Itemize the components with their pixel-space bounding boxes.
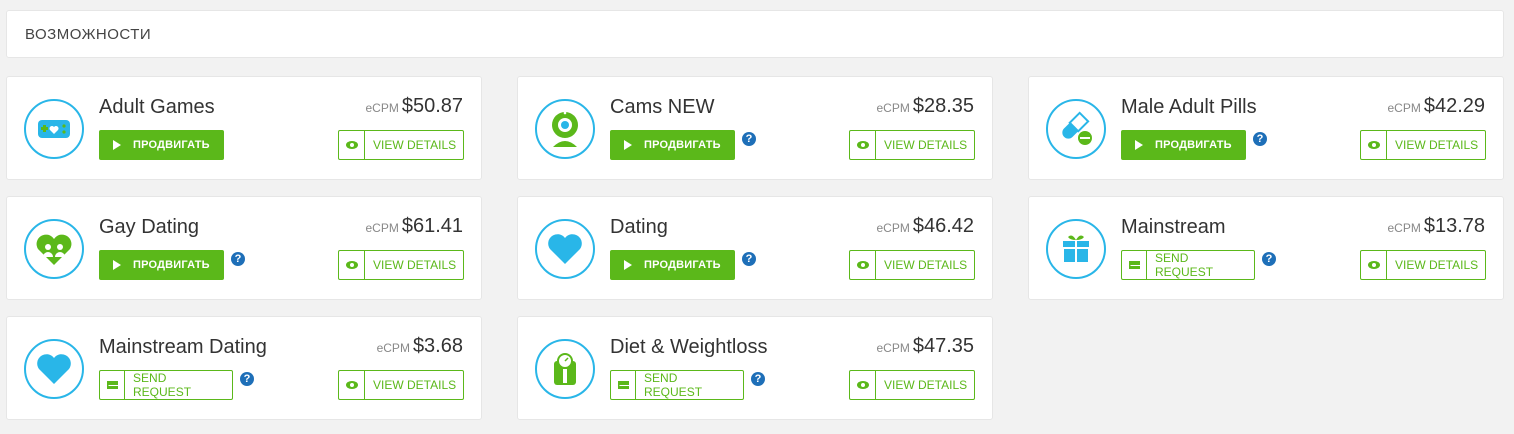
offer-title: Diet & Weightloss <box>610 336 768 358</box>
offer-title: Mainstream Dating <box>99 336 267 358</box>
ecpm-value: $42.29 <box>1423 95 1485 117</box>
offer-ecpm: eCPM $13.78 <box>1387 215 1485 237</box>
offer-title: Mainstream <box>1121 216 1226 238</box>
offer-ecpm: eCPM $42.29 <box>1387 95 1485 117</box>
webcam-icon <box>535 99 595 159</box>
help-icon[interactable]: ? <box>1253 132 1267 146</box>
help-icon[interactable]: ? <box>231 252 245 266</box>
help-icon[interactable]: ? <box>751 372 765 386</box>
promote-button[interactable]: ПРОДВИГАТЬ <box>1121 130 1246 160</box>
offer-card-adult-games: Adult Games eCPM $50.87 ПРОДВИГАТЬ VIEW … <box>6 76 482 180</box>
offer-title: Gay Dating <box>99 216 200 238</box>
view-details-button[interactable]: VIEW DETAILS <box>849 370 975 400</box>
gift-icon <box>1046 219 1106 279</box>
send-request-button[interactable]: SEND REQUEST <box>99 370 233 400</box>
envelope-icon <box>106 381 118 389</box>
promote-button[interactable]: ПРОДВИГАТЬ <box>610 250 735 280</box>
play-icon <box>113 140 121 150</box>
offer-ecpm: eCPM $47.35 <box>876 335 974 357</box>
view-details-button[interactable]: VIEW DETAILS <box>1360 130 1486 160</box>
gamepad-heart-icon <box>24 99 84 159</box>
section-title: ВОЗМОЖНОСТИ <box>25 25 152 43</box>
view-details-button[interactable]: VIEW DETAILS <box>849 130 975 160</box>
eye-icon <box>1367 141 1380 149</box>
ecpm-value: $13.78 <box>1423 215 1485 237</box>
promote-button[interactable]: ПРОДВИГАТЬ <box>610 130 735 160</box>
offer-card-mainstream: Mainstream eCPM $13.78 SEND REQUEST ? VI… <box>1028 196 1504 300</box>
eye-icon <box>856 261 869 269</box>
play-icon <box>1135 140 1143 150</box>
ecpm-value: $47.35 <box>912 335 974 357</box>
help-icon[interactable]: ? <box>742 132 756 146</box>
offer-title: Dating <box>610 216 668 238</box>
view-details-button[interactable]: VIEW DETAILS <box>338 370 464 400</box>
view-details-button[interactable]: VIEW DETAILS <box>849 250 975 280</box>
ecpm-value: $61.41 <box>401 215 463 237</box>
offer-title: Adult Games <box>99 96 215 118</box>
help-icon[interactable]: ? <box>1262 252 1276 266</box>
offer-card-diet-weightloss: Diet & Weightloss eCPM $47.35 SEND REQUE… <box>517 316 993 420</box>
help-icon[interactable]: ? <box>742 252 756 266</box>
eye-icon <box>345 381 358 389</box>
section-header: ВОЗМОЖНОСТИ <box>6 10 1504 58</box>
view-details-button[interactable]: VIEW DETAILS <box>1360 250 1486 280</box>
offer-ecpm: eCPM $46.42 <box>876 215 974 237</box>
send-request-button[interactable]: SEND REQUEST <box>1121 250 1255 280</box>
send-request-button[interactable]: SEND REQUEST <box>610 370 744 400</box>
offer-card-dating: Dating eCPM $46.42 ПРОДВИГАТЬ ? VIEW DET… <box>517 196 993 300</box>
offer-ecpm: eCPM $28.35 <box>876 95 974 117</box>
scale-icon <box>535 339 595 399</box>
eye-icon <box>856 381 869 389</box>
promote-button[interactable]: ПРОДВИГАТЬ <box>99 130 224 160</box>
offer-card-male-adult-pills: Male Adult Pills eCPM $42.29 ПРОДВИГАТЬ … <box>1028 76 1504 180</box>
eye-icon <box>1367 261 1380 269</box>
envelope-icon <box>617 381 629 389</box>
offer-title: Cams NEW <box>610 96 715 118</box>
eye-icon <box>856 141 869 149</box>
help-icon[interactable]: ? <box>240 372 254 386</box>
offer-ecpm: eCPM $61.41 <box>365 215 463 237</box>
play-icon <box>113 260 121 270</box>
ecpm-value: $28.35 <box>912 95 974 117</box>
eye-icon <box>345 261 358 269</box>
offer-card-mainstream-dating: Mainstream Dating eCPM $3.68 SEND REQUES… <box>6 316 482 420</box>
offer-ecpm: eCPM $3.68 <box>376 335 463 357</box>
promote-button[interactable]: ПРОДВИГАТЬ <box>99 250 224 280</box>
offer-ecpm: eCPM $50.87 <box>365 95 463 117</box>
heart-icon <box>535 219 595 279</box>
gay-heart-icon <box>24 219 84 279</box>
ecpm-value: $46.42 <box>912 215 974 237</box>
heart-icon <box>24 339 84 399</box>
view-details-button[interactable]: VIEW DETAILS <box>338 130 464 160</box>
offer-card-gay-dating: Gay Dating eCPM $61.41 ПРОДВИГАТЬ ? VIEW… <box>6 196 482 300</box>
envelope-icon <box>1128 261 1140 269</box>
play-icon <box>624 140 632 150</box>
ecpm-value: $50.87 <box>401 95 463 117</box>
view-details-button[interactable]: VIEW DETAILS <box>338 250 464 280</box>
pills-icon <box>1046 99 1106 159</box>
play-icon <box>624 260 632 270</box>
eye-icon <box>345 141 358 149</box>
offer-card-cams-new: Cams NEW eCPM $28.35 ПРОДВИГАТЬ ? VIEW D… <box>517 76 993 180</box>
ecpm-value: $3.68 <box>412 335 463 357</box>
offer-title: Male Adult Pills <box>1121 96 1257 118</box>
